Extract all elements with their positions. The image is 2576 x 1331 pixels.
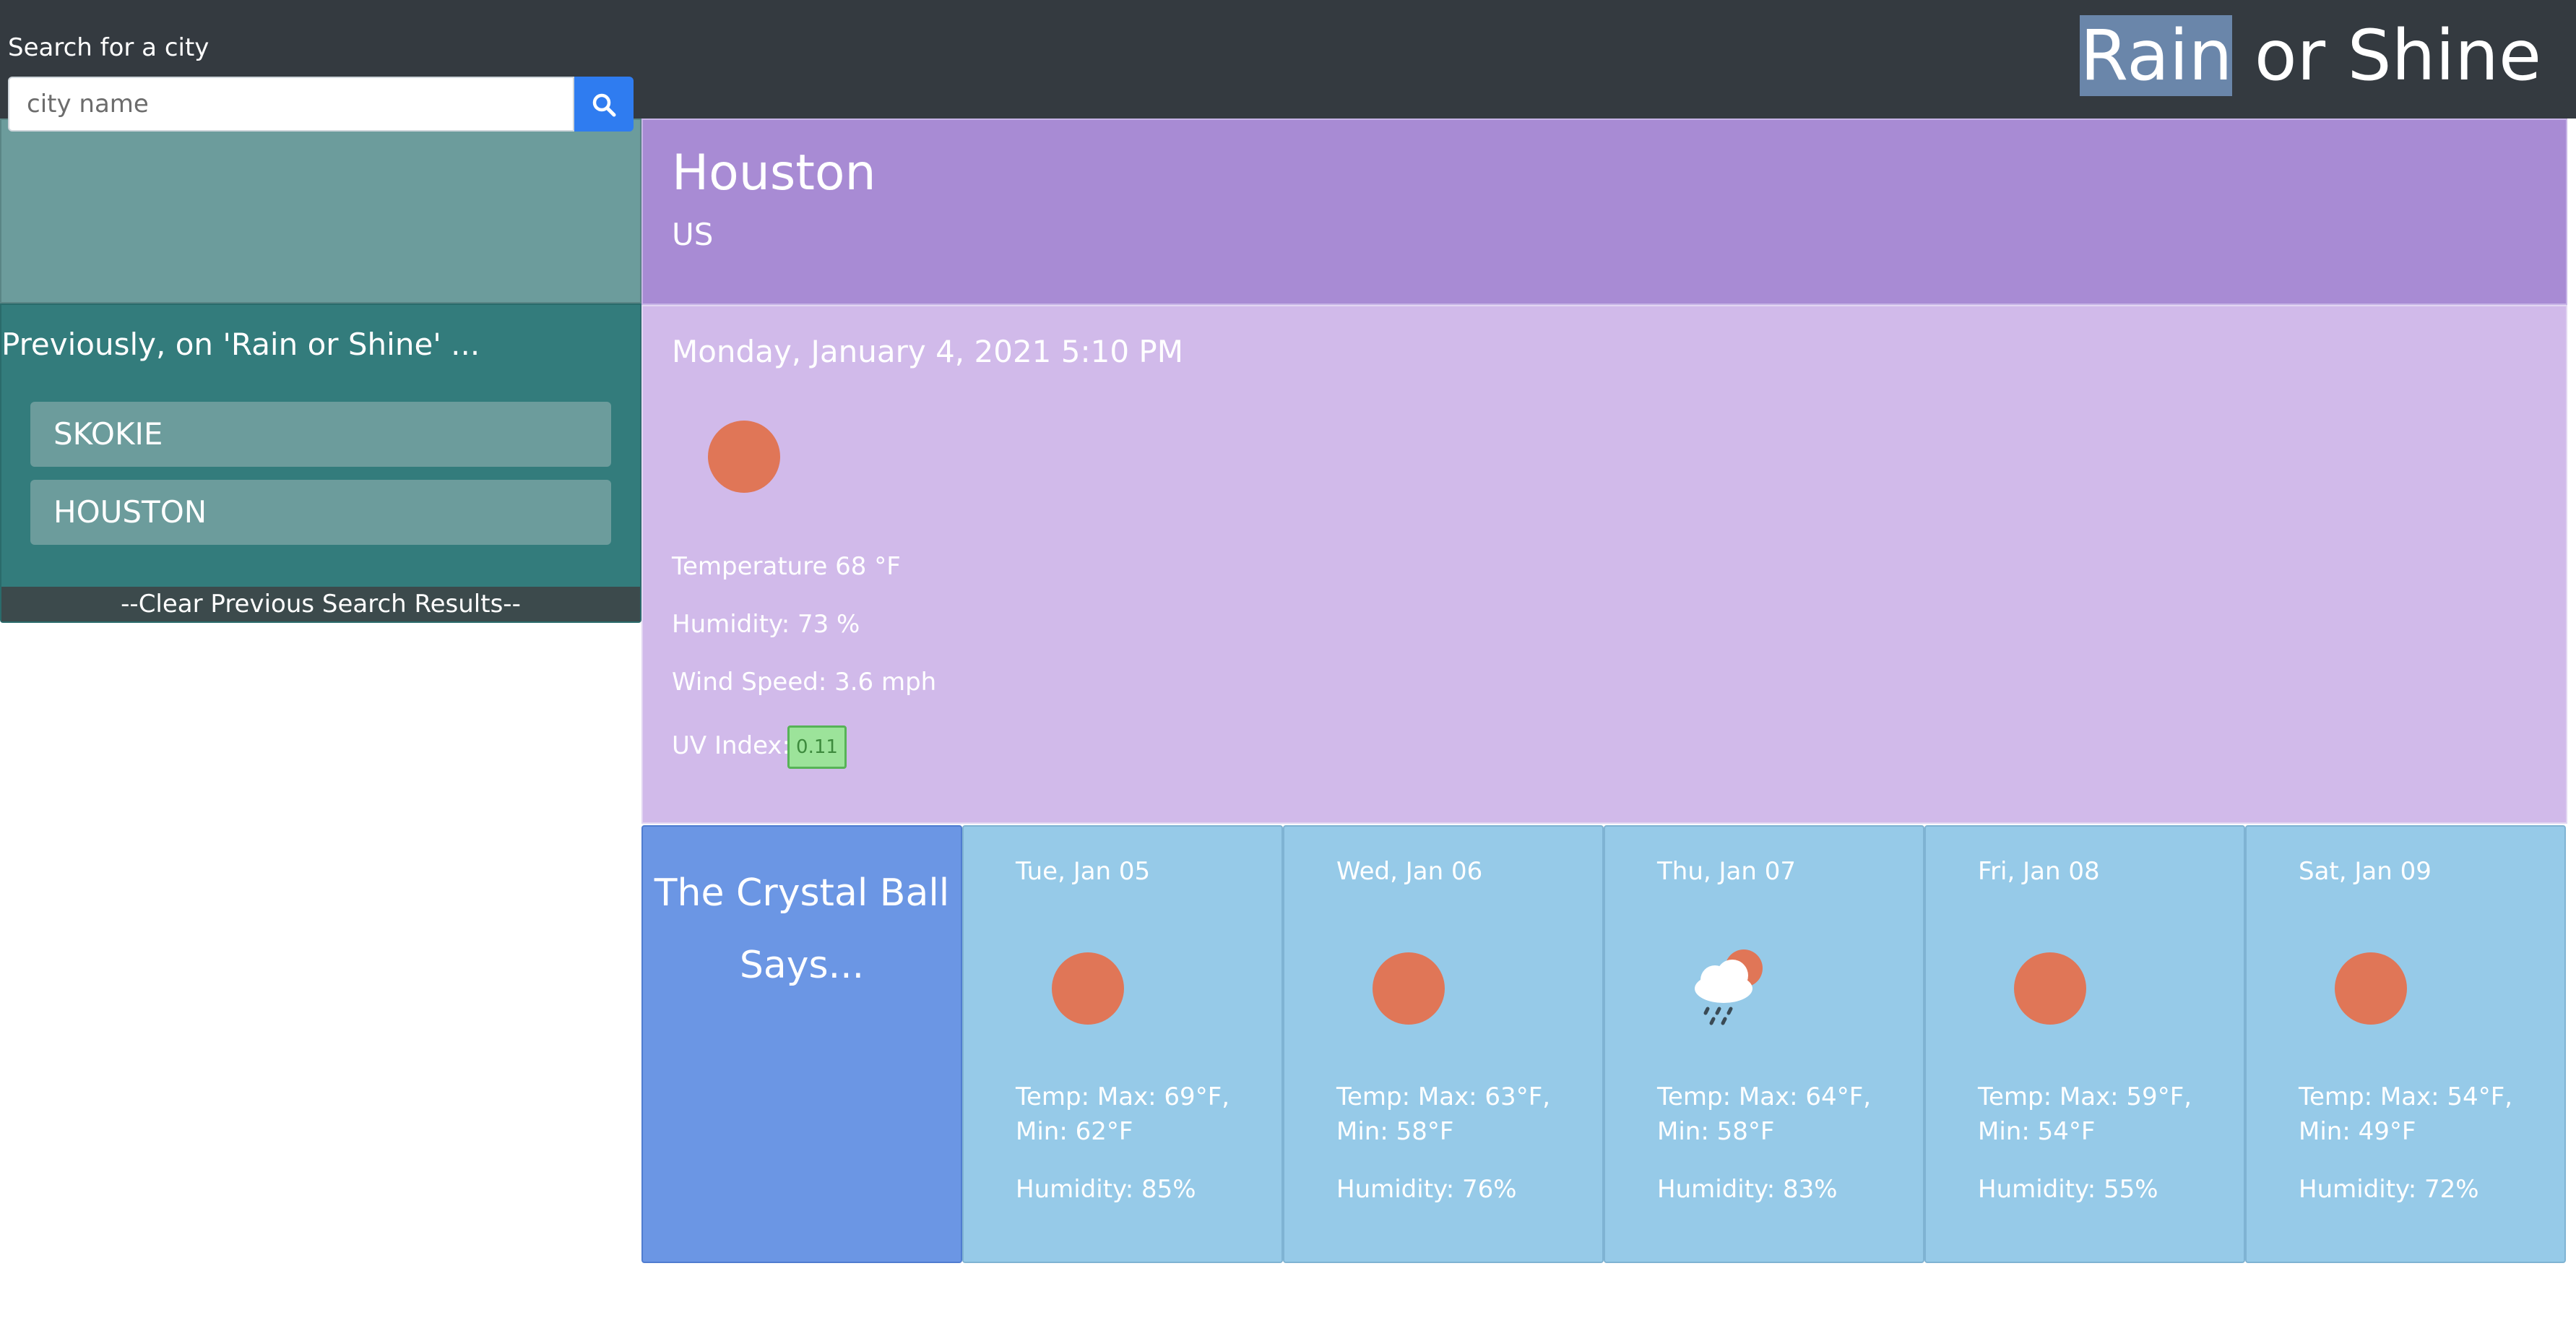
rain-cloud-sun-icon	[1695, 949, 1763, 1025]
sun-icon	[2335, 952, 2407, 1025]
crystal-ball-text: The Crystal Ball Says...	[654, 871, 950, 987]
forecast-card: Wed, Jan 06 Temp: Max: 63°F, Min: 58°F H…	[1283, 825, 1604, 1263]
forecast-temp: Temp: Max: 64°F, Min: 58°F	[1657, 1082, 1872, 1146]
uv-index-badge: 0.11	[787, 725, 847, 769]
forecast-humidity: Humidity: 55%	[1978, 1175, 2158, 1204]
city-panel	[641, 119, 2567, 305]
current-datetime: Monday, January 4, 2021 5:10 PM	[672, 334, 1183, 369]
forecast-temp: Temp: Max: 69°F, Min: 62°F	[1016, 1082, 1230, 1146]
history-heading: Previously, on 'Rain or Shine' ...	[1, 327, 480, 362]
forecast-humidity: Humidity: 72%	[2299, 1175, 2479, 1204]
forecast-humidity: Humidity: 76%	[1336, 1175, 1517, 1204]
sun-icon	[708, 421, 780, 493]
uv-index-label: UV Index:	[672, 731, 791, 760]
search-label: Search for a city	[8, 33, 209, 62]
current-humidity: Humidity: 73 %	[672, 610, 860, 639]
current-temperature: Temperature 68 °F	[672, 552, 901, 581]
forecast-date: Tue, Jan 05	[1016, 857, 1151, 886]
forecast-temp: Temp: Max: 59°F, Min: 54°F	[1978, 1082, 2192, 1146]
forecast-date: Fri, Jan 08	[1978, 857, 2100, 886]
city-search-input[interactable]	[8, 77, 574, 132]
forecast-card: Fri, Jan 08 Temp: Max: 59°F, Min: 54°F H…	[1924, 825, 2245, 1263]
forecast-temp: Temp: Max: 54°F, Min: 49°F	[2299, 1082, 2513, 1146]
forecast-card: Thu, Jan 07 Temp: Max: 64°F, Min: 58°F H…	[1604, 825, 1924, 1263]
forecast-date: Sat, Jan 09	[2299, 857, 2432, 886]
search-button[interactable]	[574, 77, 634, 132]
forecast-humidity: Humidity: 85%	[1016, 1175, 1196, 1204]
forecast-humidity: Humidity: 83%	[1657, 1175, 1838, 1204]
forecast-card: Sat, Jan 09 Temp: Max: 54°F, Min: 49°F H…	[2245, 825, 2566, 1263]
forecast-date: Wed, Jan 06	[1336, 857, 1483, 886]
search-icon	[592, 93, 616, 117]
search-panel	[0, 119, 641, 303]
city-name: Houston	[672, 145, 876, 202]
history-item-skokie[interactable]: SKOKIE	[30, 402, 611, 467]
current-weather-panel	[641, 305, 2567, 824]
app-title: Rain or Shine	[2080, 7, 2541, 104]
sun-icon	[2014, 952, 2086, 1025]
app-title-rest: or Shine	[2232, 15, 2541, 96]
forecast-card: Tue, Jan 05 Temp: Max: 69°F, Min: 62°F H…	[962, 825, 1283, 1263]
history-item-houston[interactable]: HOUSTON	[30, 480, 611, 545]
sun-icon	[1052, 952, 1124, 1025]
current-wind-speed: Wind Speed: 3.6 mph	[672, 668, 937, 697]
clear-history-button[interactable]: --Clear Previous Search Results--	[1, 587, 640, 621]
app-title-highlight: Rain	[2080, 15, 2233, 96]
forecast-temp: Temp: Max: 63°F, Min: 58°F	[1336, 1082, 1551, 1146]
sun-icon	[1373, 952, 1445, 1025]
country-code: US	[672, 217, 714, 252]
forecast-date: Thu, Jan 07	[1657, 857, 1796, 886]
